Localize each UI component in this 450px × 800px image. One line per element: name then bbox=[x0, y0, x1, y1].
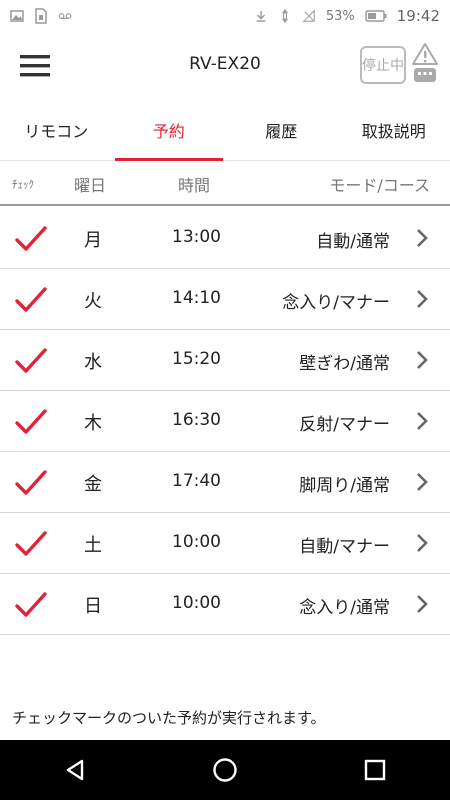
back-icon[interactable] bbox=[45, 740, 105, 800]
sim-card-icon bbox=[34, 8, 48, 24]
column-check: ﾁｪｯｸ bbox=[12, 178, 34, 191]
warning-icon[interactable] bbox=[410, 42, 440, 86]
schedule-day: 金 bbox=[84, 474, 102, 495]
check-icon[interactable] bbox=[14, 469, 48, 497]
recents-icon[interactable] bbox=[345, 740, 405, 800]
schedule-row[interactable]: 土 10:00 自動/マナー bbox=[0, 513, 450, 574]
schedule-list: 月 13:00 自動/通常 火 14:10 念入り/マナー 水 15:20 壁ぎ… bbox=[0, 208, 450, 635]
schedule-time: 15:20 bbox=[172, 349, 221, 369]
clock: 19:42 bbox=[396, 7, 440, 25]
schedule-mode: 念入り/通常 bbox=[299, 598, 390, 618]
schedule-mode: 脚周り/通常 bbox=[299, 476, 390, 496]
tab-bar: リモコン 予約 履歴 取扱説明 bbox=[0, 100, 450, 161]
system-nav-bar bbox=[0, 740, 450, 800]
check-icon[interactable] bbox=[14, 591, 48, 619]
home-icon[interactable] bbox=[195, 740, 255, 800]
status-left-icons bbox=[0, 8, 72, 24]
app-bar: RV-EX20 停止中 bbox=[0, 32, 450, 100]
tab-history[interactable]: 履歴 bbox=[225, 100, 338, 160]
schedule-day: 火 bbox=[84, 291, 102, 312]
tab-manual[interactable]: 取扱説明 bbox=[338, 100, 450, 160]
chevron-right-icon bbox=[416, 289, 428, 309]
schedule-day: 土 bbox=[84, 535, 102, 556]
image-icon bbox=[10, 9, 24, 23]
schedule-row[interactable]: 水 15:20 壁ぎわ/通常 bbox=[0, 330, 450, 391]
schedule-row[interactable]: 火 14:10 念入り/マナー bbox=[0, 269, 450, 330]
chevron-right-icon bbox=[416, 411, 428, 431]
check-icon[interactable] bbox=[14, 408, 48, 436]
tab-schedule[interactable]: 予約 bbox=[113, 100, 226, 161]
column-time: 時間 bbox=[178, 176, 211, 195]
schedule-time: 14:10 bbox=[172, 288, 221, 308]
schedule-day: 月 bbox=[84, 230, 102, 251]
schedule-row[interactable]: 金 17:40 脚周り/通常 bbox=[0, 452, 450, 513]
schedule-mode: 自動/マナー bbox=[299, 537, 390, 557]
schedule-time: 10:00 bbox=[172, 532, 221, 552]
download-icon bbox=[254, 9, 268, 23]
schedule-row[interactable]: 木 16:30 反射/マナー bbox=[0, 391, 450, 452]
column-day: 曜日 bbox=[74, 176, 107, 195]
schedule-row[interactable]: 月 13:00 自動/通常 bbox=[0, 208, 450, 269]
schedule-day: 木 bbox=[84, 413, 102, 434]
tab-remote[interactable]: リモコン bbox=[0, 100, 113, 160]
battery-icon bbox=[365, 9, 387, 23]
footnote-text: チェックマークのついた予約が実行されます。 bbox=[12, 709, 326, 727]
chevron-right-icon bbox=[416, 350, 428, 370]
chevron-right-icon bbox=[416, 533, 428, 553]
check-icon[interactable] bbox=[14, 286, 48, 314]
schedule-row[interactable]: 日 10:00 念入り/通常 bbox=[0, 574, 450, 635]
hamburger-menu-icon[interactable] bbox=[0, 32, 70, 100]
chevron-right-icon bbox=[416, 472, 428, 492]
schedule-time: 16:30 bbox=[172, 410, 221, 430]
schedule-time: 13:00 bbox=[172, 227, 221, 247]
device-status: 停止中 bbox=[360, 42, 442, 90]
schedule-mode: 自動/通常 bbox=[316, 232, 390, 252]
status-right-icons: 53% 19:42 bbox=[254, 7, 450, 25]
check-icon[interactable] bbox=[14, 225, 48, 253]
schedule-time: 10:00 bbox=[172, 593, 221, 613]
schedule-day: 水 bbox=[84, 352, 102, 373]
battery-percent: 53% bbox=[325, 8, 355, 24]
stop-button[interactable]: 停止中 bbox=[360, 46, 406, 84]
column-mode: モード/コース bbox=[329, 176, 430, 195]
schedule-mode: 念入り/マナー bbox=[282, 293, 390, 313]
chevron-right-icon bbox=[416, 228, 428, 248]
schedule-time: 17:40 bbox=[172, 471, 221, 491]
schedule-mode: 反射/マナー bbox=[299, 415, 390, 435]
status-bar: 53% 19:42 bbox=[0, 0, 450, 32]
check-icon[interactable] bbox=[14, 347, 48, 375]
voicemail-icon bbox=[58, 9, 72, 23]
check-icon[interactable] bbox=[14, 530, 48, 558]
schedule-day: 日 bbox=[84, 596, 102, 617]
data-arrows-icon bbox=[278, 9, 292, 23]
chevron-right-icon bbox=[416, 594, 428, 614]
schedule-header: ﾁｪｯｸ 曜日 時間 モード/コース bbox=[0, 160, 450, 206]
no-signal-icon bbox=[302, 9, 316, 23]
schedule-mode: 壁ぎわ/通常 bbox=[299, 354, 390, 374]
